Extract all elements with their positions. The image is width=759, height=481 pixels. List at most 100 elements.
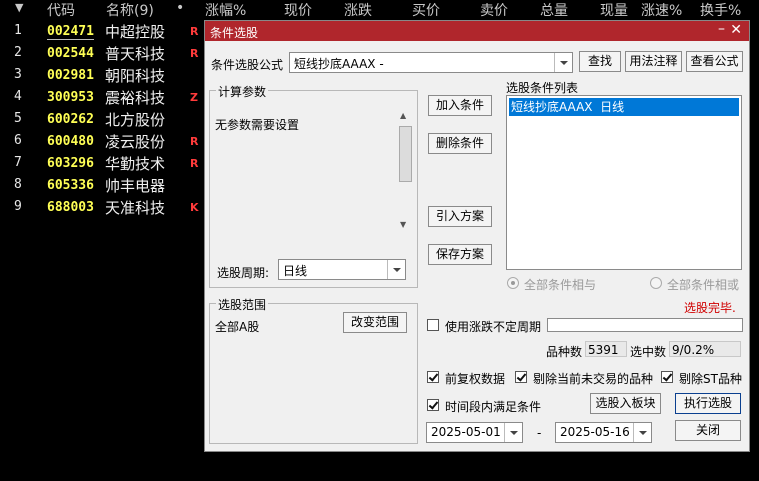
usage-note-button[interactable]: 用法注释 bbox=[625, 51, 682, 72]
execute-button[interactable]: 执行选股 bbox=[675, 393, 741, 414]
add-condition-button[interactable]: 加入条件 bbox=[428, 95, 492, 116]
date-from-picker[interactable]: 2025-05-01 bbox=[426, 422, 523, 443]
stock-name: 华勤技术 bbox=[105, 155, 166, 173]
table-row[interactable]: 8 605336 帅丰电器 bbox=[0, 175, 205, 197]
scroll-down-icon[interactable]: ▼ bbox=[400, 220, 406, 229]
row-index: 2 bbox=[14, 45, 22, 60]
view-formula-button[interactable]: 查看公式 bbox=[686, 51, 743, 72]
period-select[interactable]: 日线 bbox=[278, 259, 406, 280]
col-change-pct[interactable]: 涨幅% bbox=[205, 0, 246, 20]
pre-adjust-label: 前复权数据 bbox=[445, 372, 506, 386]
exclude-untraded-label: 剔除当前未交易的品种 bbox=[533, 372, 654, 386]
table-row[interactable]: 7 603296 华勤技术 R bbox=[0, 153, 205, 175]
col-volume[interactable]: 总量 bbox=[540, 0, 568, 20]
col-last-vol[interactable]: 现量 bbox=[600, 0, 628, 20]
scroll-up-icon[interactable]: ▲ bbox=[400, 111, 406, 120]
chevron-down-icon[interactable] bbox=[554, 53, 572, 72]
col-code[interactable]: 代码 bbox=[47, 0, 75, 20]
scope-group: 选股范围 全部A股 改变范围 bbox=[209, 296, 418, 444]
stock-tag: K bbox=[190, 201, 199, 214]
stock-name: 震裕科技 bbox=[105, 89, 166, 107]
list-item[interactable]: 短线抄底AAAX 日线 bbox=[509, 98, 739, 116]
date-separator: - bbox=[537, 426, 542, 440]
params-group: 计算参数 无参数需要设置 ▲ ▼ 选股周期: 日线 bbox=[209, 83, 418, 288]
stock-name: 朝阳科技 bbox=[105, 67, 166, 85]
uncertain-period-input[interactable] bbox=[547, 318, 743, 332]
scroll-thumb[interactable] bbox=[399, 126, 412, 182]
change-scope-button[interactable]: 改变范围 bbox=[343, 312, 407, 333]
col-bid[interactable]: 买价 bbox=[412, 0, 440, 20]
table-row[interactable]: 9 688003 天准科技 K bbox=[0, 197, 205, 219]
row-index: 5 bbox=[14, 111, 22, 126]
params-group-title: 计算参数 bbox=[216, 83, 269, 100]
params-text: 无参数需要设置 bbox=[215, 118, 300, 132]
uncertain-period-checkbox[interactable] bbox=[427, 319, 439, 331]
selected-field: 9/0.2% bbox=[669, 341, 741, 357]
row-index: 4 bbox=[14, 89, 22, 104]
stock-name: 普天科技 bbox=[105, 45, 166, 63]
scope-group-title: 选股范围 bbox=[216, 296, 269, 313]
stock-tag: Z bbox=[190, 91, 198, 104]
exclude-untraded-checkbox[interactable] bbox=[515, 371, 527, 383]
table-row[interactable]: 2 002544 普天科技 R bbox=[0, 43, 205, 65]
table-row[interactable]: 5 600262 北方股份 bbox=[0, 109, 205, 131]
exclude-st-label: 剔除ST品种 bbox=[679, 372, 742, 386]
stock-tag: R bbox=[190, 135, 199, 148]
col-speed[interactable]: 涨速% bbox=[641, 0, 682, 20]
table-row[interactable]: 1 002471 中超控股 R bbox=[0, 21, 205, 43]
save-plan-button[interactable]: 保存方案 bbox=[428, 244, 492, 265]
count-field: 5391 bbox=[585, 341, 627, 357]
radio-or[interactable] bbox=[650, 277, 662, 289]
col-price[interactable]: 现价 bbox=[284, 0, 312, 20]
table-row[interactable]: 3 002981 朝阳科技 bbox=[0, 65, 205, 87]
stock-name: 凌云股份 bbox=[105, 133, 166, 151]
date-from-value: 2025-05-01 bbox=[431, 425, 501, 439]
find-button[interactable]: 查找 bbox=[579, 51, 621, 72]
stock-tag: R bbox=[190, 25, 199, 38]
params-scrollbar[interactable]: ▲ ▼ bbox=[398, 108, 413, 232]
chevron-down-icon[interactable] bbox=[633, 423, 651, 442]
minimize-icon[interactable]: – bbox=[718, 21, 725, 37]
stock-code: 002544 bbox=[47, 46, 94, 61]
dialog-title-bar[interactable]: 条件选股 – ✕ bbox=[205, 21, 749, 41]
row-index: 9 bbox=[14, 199, 22, 214]
col-change[interactable]: 涨跌 bbox=[344, 0, 372, 20]
col-ask[interactable]: 卖价 bbox=[480, 0, 508, 20]
condition-screen-dialog: 条件选股 – ✕ 条件选股公式 短线抄底AAAX - 查找 用法注释 查看公式 … bbox=[204, 20, 750, 452]
delete-condition-button[interactable]: 删除条件 bbox=[428, 133, 492, 154]
radio-or-label: 全部条件相或 bbox=[667, 278, 740, 292]
stock-code: 002471 bbox=[47, 24, 94, 40]
pre-adjust-checkbox[interactable] bbox=[427, 371, 439, 383]
exclude-st-checkbox[interactable] bbox=[661, 371, 673, 383]
scope-value: 全部A股 bbox=[215, 320, 260, 334]
radio-and[interactable] bbox=[507, 277, 519, 289]
chevron-down-icon[interactable] bbox=[504, 423, 522, 442]
condition-list[interactable]: 短线抄底AAAX 日线 bbox=[506, 95, 742, 270]
time-range-checkbox[interactable] bbox=[427, 399, 439, 411]
col-turnover[interactable]: 换手% bbox=[700, 0, 741, 20]
close-button[interactable]: 关闭 bbox=[675, 420, 741, 441]
table-row[interactable]: 4 300953 震裕科技 Z bbox=[0, 87, 205, 109]
to-block-button[interactable]: 选股入板块 bbox=[590, 393, 661, 414]
formula-select[interactable]: 短线抄底AAAX - bbox=[289, 52, 573, 73]
close-icon[interactable]: ✕ bbox=[730, 22, 742, 38]
stock-name: 北方股份 bbox=[105, 111, 166, 129]
count-value: 5391 bbox=[588, 343, 619, 357]
import-plan-button[interactable]: 引入方案 bbox=[428, 206, 492, 227]
chevron-down-icon[interactable] bbox=[387, 260, 405, 279]
stock-name: 天准科技 bbox=[105, 199, 166, 217]
date-to-picker[interactable]: 2025-05-16 bbox=[555, 422, 652, 443]
sort-arrow-icon[interactable]: ▼ bbox=[15, 1, 23, 14]
cond-list-label: 选股条件列表 bbox=[506, 81, 579, 95]
column-header: ▼ 代码 名称(9) • 涨幅% 现价 涨跌 买价 卖价 总量 现量 涨速% 换… bbox=[0, 0, 759, 20]
stock-tag: R bbox=[190, 47, 199, 60]
selected-value: 9/0.2% bbox=[672, 343, 715, 357]
uncertain-period-label: 使用涨跌不定周期 bbox=[445, 320, 542, 334]
stock-code: 600480 bbox=[47, 134, 94, 149]
time-range-label: 时间段内满足条件 bbox=[445, 400, 542, 414]
col-name[interactable]: 名称(9) bbox=[106, 0, 154, 20]
stock-code: 605336 bbox=[47, 178, 94, 193]
selected-label: 选中数 bbox=[630, 345, 667, 359]
stock-name: 中超控股 bbox=[105, 23, 166, 41]
table-row[interactable]: 6 600480 凌云股份 R bbox=[0, 131, 205, 153]
